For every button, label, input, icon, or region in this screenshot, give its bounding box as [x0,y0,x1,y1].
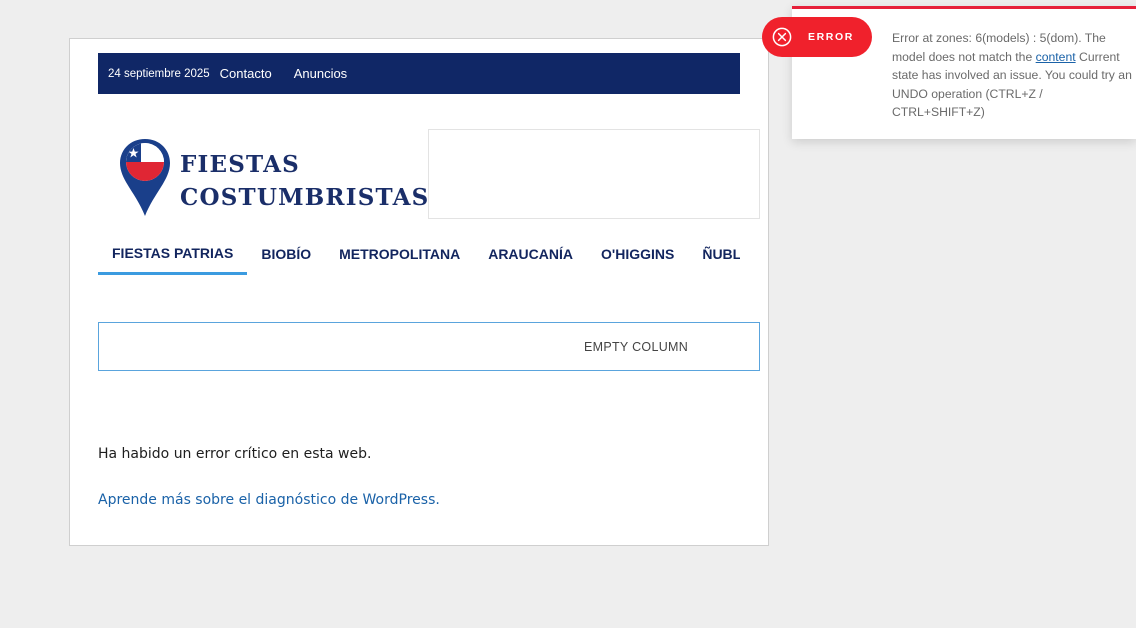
top-bar-date: 24 septiembre 2025 [108,67,210,80]
top-bar-link-contacto[interactable]: Contacto [220,66,272,81]
wordpress-diagnostics-link[interactable]: Aprende más sobre el diagnóstico de Word… [98,492,440,508]
page-frame: 24 septiembre 2025 Contacto Anuncios FIE… [69,38,769,546]
empty-column-label: EMPTY COLUMN [584,339,689,354]
nav-item-nuble[interactable]: ÑUBLE [688,235,740,273]
logo-line-1: FIESTAS [180,151,300,178]
empty-column-placeholder[interactable]: EMPTY COLUMN [98,322,760,371]
logo-line-2: COSTUMBRISTAS [180,184,430,211]
header-ad-slot [428,129,760,219]
error-toast-content-link[interactable]: content [1036,50,1076,64]
critical-error-message: Ha habido un error crítico en esta web. [98,446,372,462]
nav-item-ohiggins[interactable]: O'HIGGINS [587,235,688,273]
top-bar-link-anuncios[interactable]: Anuncios [294,66,347,81]
nav-item-fiestas-patrias[interactable]: FIESTAS PATRIAS [98,235,248,275]
error-badge[interactable]: ERROR [762,17,872,57]
nav-item-biobio[interactable]: BIOBÍO [247,235,325,273]
top-bar: 24 septiembre 2025 Contacto Anuncios [98,53,740,94]
nav-item-araucania[interactable]: ARAUCANÍA [474,235,587,273]
logo-wordmark: FIESTAS COSTUMBRISTAS [180,148,429,214]
nav-item-metropolitana[interactable]: METROPOLITANA [325,235,474,273]
error-toast-message: Error at zones: 6(models) : 5(dom). The … [892,29,1134,122]
close-circle-icon [772,27,792,47]
site-logo[interactable]: FIESTAS COSTUMBRISTAS [118,134,428,216]
main-nav: FIESTAS PATRIAS BIOBÍO METROPOLITANA ARA… [98,235,740,275]
error-badge-label: ERROR [808,31,854,43]
chile-flag-map-pin-icon [120,139,170,216]
